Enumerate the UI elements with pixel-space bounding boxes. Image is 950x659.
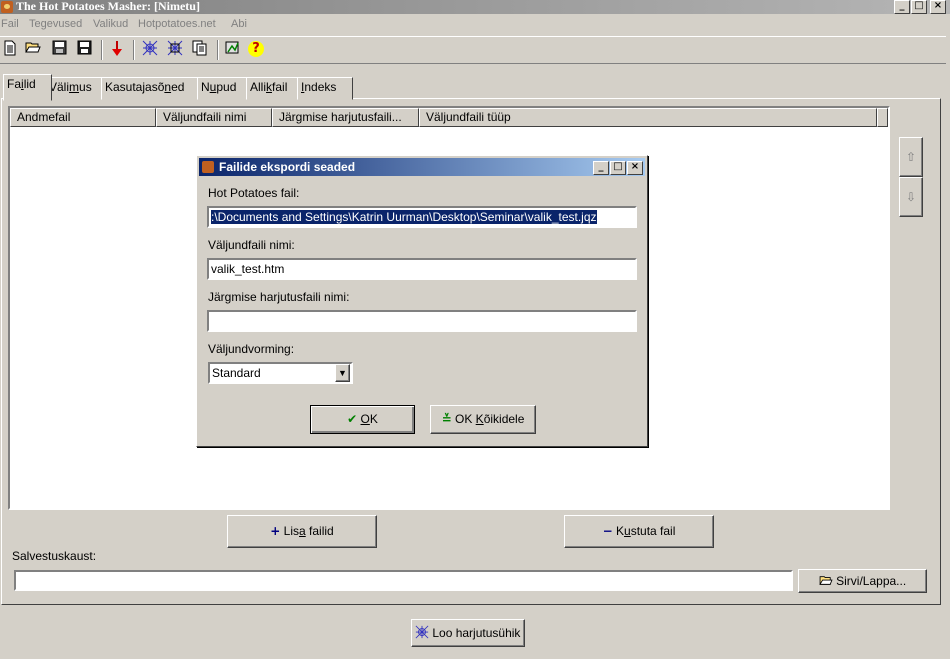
dialog-minimize-button[interactable]: _ (593, 161, 609, 175)
dialog-close-button[interactable]: × (627, 161, 643, 175)
next-file-label: Järgmise harjutusfaili nimi: (208, 290, 350, 304)
column-header-valjundfaili-nimi[interactable]: Väljundfaili nimi (156, 108, 272, 127)
new-file-icon[interactable] (1, 40, 19, 58)
close-button[interactable]: × (930, 0, 946, 14)
dialog-maximize-button[interactable]: □ (610, 161, 626, 175)
maximize-button[interactable]: □ (911, 0, 927, 14)
minus-icon: − (602, 524, 613, 538)
web-icon[interactable] (141, 40, 159, 58)
output-format-select[interactable]: Standard ▼ (208, 362, 353, 384)
save-icon[interactable] (50, 40, 68, 58)
tab-kasutajasoned[interactable]: Kasutajasõned (101, 77, 204, 100)
browse-button[interactable]: Sirvi/Lappa... (798, 569, 927, 593)
save-as-icon[interactable] (75, 40, 93, 58)
window-title: The Hot Potatoes Masher: [Nimetu] (16, 0, 200, 13)
ok-all-button[interactable]: ≚ OK Kõikidele (430, 405, 536, 434)
clock-icon[interactable] (224, 40, 242, 58)
web-options-icon[interactable] (166, 40, 184, 58)
toolbar: ? (0, 36, 946, 64)
double-checkmark-icon: ≚ (441, 412, 452, 426)
menu-tegevused[interactable]: Tegevused (29, 18, 82, 30)
tab-valimus[interactable]: Välimus (45, 77, 107, 100)
open-folder-icon[interactable] (24, 40, 42, 58)
tab-indeks[interactable]: Indeks (297, 77, 353, 100)
down-arrow-icon[interactable] (108, 40, 126, 58)
output-format-value: Standard (212, 366, 261, 380)
toolbar-separator (217, 40, 219, 60)
next-file-input[interactable] (207, 310, 637, 332)
menu-fail[interactable]: Fail (1, 18, 19, 30)
dialog-title: Failide ekspordi seaded (219, 160, 356, 174)
menu-hotpotatoes-net[interactable]: Hotpotatoes.net (138, 18, 216, 30)
move-down-button[interactable]: ⇩ (899, 177, 923, 217)
export-settings-dialog: Failide ekspordi seaded _ □ × Hot Potato… (196, 155, 648, 447)
open-folder-icon (819, 574, 833, 588)
help-icon[interactable]: ? (248, 41, 264, 57)
delete-file-button[interactable]: − Kustuta fail (564, 515, 714, 548)
move-up-button[interactable]: ⇧ (899, 137, 923, 177)
web-icon (415, 625, 429, 640)
toolbar-separator (133, 40, 135, 60)
tab-failid[interactable]: Failid (3, 74, 52, 101)
plus-icon: + (270, 524, 281, 538)
column-header-jargmise-harjutusfaili[interactable]: Järgmise harjutusfaili... (272, 108, 419, 127)
menu-bar: Fail Tegevused Valikud Hotpotatoes.net A… (0, 15, 950, 35)
checkmark-icon: ✔ (347, 412, 358, 426)
output-format-label: Väljundvorming: (208, 342, 295, 356)
tab-allikfail[interactable]: Allikfail (246, 77, 303, 100)
app-icon (1, 1, 13, 13)
add-files-button[interactable]: + Lisa failid (227, 515, 377, 548)
tab-nupud[interactable]: Nupud (197, 77, 252, 100)
column-header-filler (877, 108, 888, 127)
save-folder-label: Salvestuskaust: (12, 549, 97, 563)
hp-file-input[interactable]: :\Documents and Settings\Katrin Uurman\D… (207, 206, 637, 228)
dialog-title-bar: Failide ekspordi seaded _ □ × (199, 158, 645, 176)
column-header-andmefail[interactable]: Andmefail (10, 108, 156, 127)
copy-icon[interactable] (191, 40, 209, 58)
output-name-input[interactable]: valik_test.htm (207, 258, 637, 280)
build-unit-button[interactable]: Loo harjutusühik (411, 619, 525, 647)
save-folder-input[interactable] (14, 570, 793, 591)
title-bar: The Hot Potatoes Masher: [Nimetu] _ □ × (0, 0, 950, 14)
hp-file-label: Hot Potatoes fail: (208, 186, 300, 200)
ok-button[interactable]: ✔ OK (310, 405, 415, 434)
chevron-down-icon[interactable]: ▼ (335, 364, 350, 382)
app-icon (202, 161, 214, 173)
minimize-button[interactable]: _ (894, 0, 910, 14)
menu-abi[interactable]: Abi (231, 18, 247, 30)
menu-valikud[interactable]: Valikud (93, 18, 128, 30)
toolbar-separator (101, 40, 103, 60)
output-name-label: Väljundfaili nimi: (208, 238, 295, 252)
hp-file-value: :\Documents and Settings\Katrin Uurman\D… (211, 210, 597, 224)
column-header-valjundfaili-tuup[interactable]: Väljundfaili tüüp (419, 108, 877, 127)
